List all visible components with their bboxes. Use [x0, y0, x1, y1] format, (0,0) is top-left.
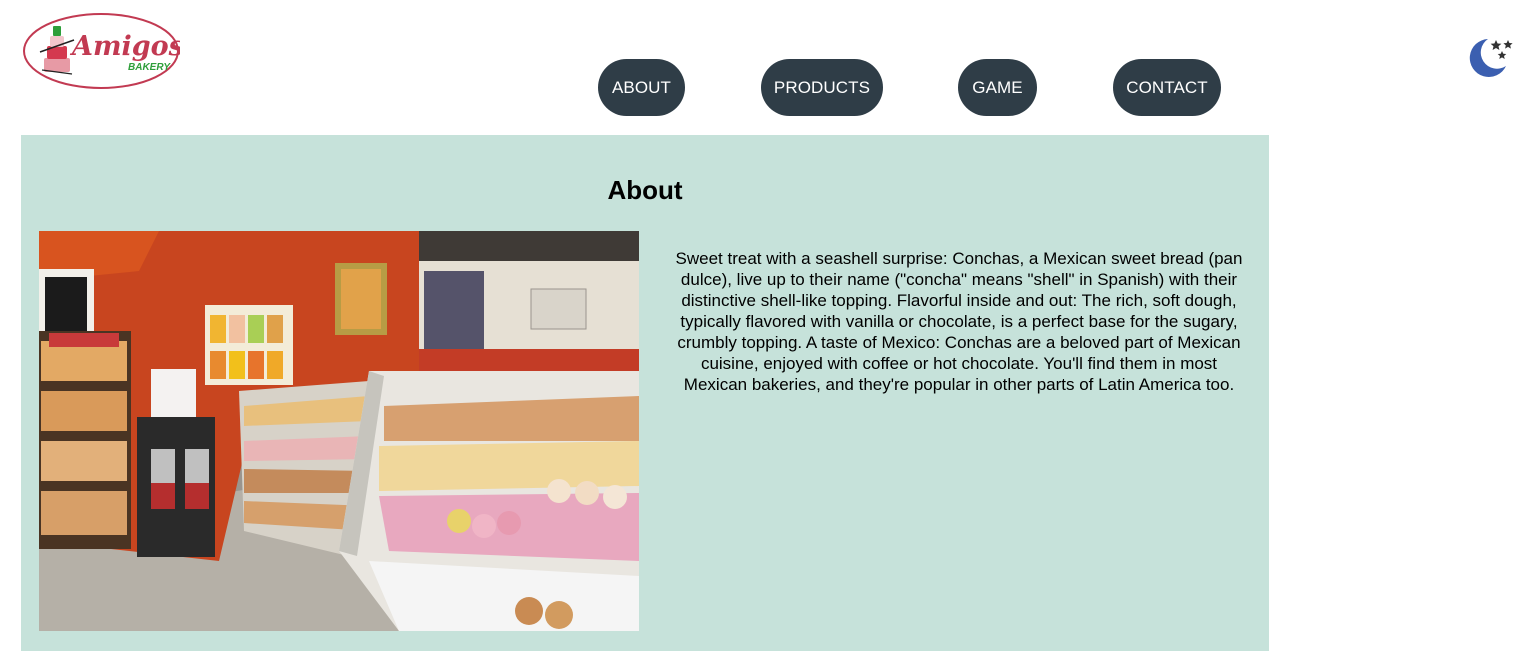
- theme-toggle-button[interactable]: [1466, 36, 1518, 78]
- logo-sub-text: BAKERY: [128, 62, 171, 73]
- nav-contact-button[interactable]: CONTACT: [1113, 59, 1221, 116]
- bakery-photo: [39, 231, 639, 631]
- bakery-interior-image: [39, 231, 639, 631]
- about-description: Sweet treat with a seashell surprise: Co…: [675, 249, 1243, 394]
- logo-brand-text: Amigos: [69, 31, 180, 62]
- nav-game-button[interactable]: GAME: [958, 59, 1037, 116]
- moon-stars-icon: [1469, 39, 1513, 77]
- logo-graphic: Amigos BAKERY: [23, 13, 180, 89]
- nav-products-button[interactable]: PRODUCTS: [761, 59, 883, 116]
- about-title: About: [607, 175, 683, 205]
- nav-about-button[interactable]: ABOUT: [598, 59, 685, 116]
- about-section: About Sweet treat with a seashell surpri…: [21, 135, 1269, 651]
- amigos-bakery-logo[interactable]: Amigos BAKERY: [22, 12, 180, 90]
